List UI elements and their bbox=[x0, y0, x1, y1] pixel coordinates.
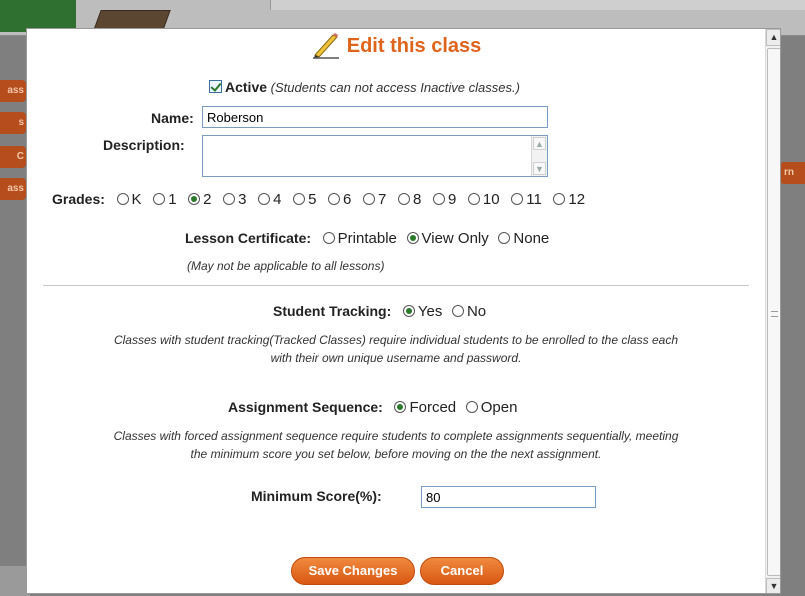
grade-option-9[interactable]: 9 bbox=[432, 191, 456, 208]
save-changes-button[interactable]: Save Changes bbox=[291, 557, 415, 585]
description-textarea[interactable]: ▲ ▼ bbox=[202, 135, 548, 177]
pencil-icon bbox=[312, 33, 339, 59]
radio-icon[interactable] bbox=[116, 193, 129, 205]
grades-row: Grades: K 1 2 3 4 5 6 7 8 9 10 11 12 bbox=[52, 191, 593, 208]
radio-selected-icon[interactable] bbox=[406, 232, 419, 244]
radio-icon[interactable] bbox=[432, 193, 445, 205]
tracking-note-line-1: Classes with student tracking(Tracked Cl… bbox=[113, 333, 679, 347]
dialog-title: Edit this class bbox=[346, 34, 482, 57]
grade-option-1[interactable]: 1 bbox=[153, 191, 177, 208]
sequence-label: Assignment Sequence: bbox=[228, 399, 383, 415]
grade-option-3[interactable]: 3 bbox=[223, 191, 246, 208]
radio-icon[interactable] bbox=[223, 193, 236, 205]
tracking-row: Student Tracking: Yes No bbox=[273, 303, 492, 320]
grade-option-4[interactable]: 4 bbox=[258, 191, 281, 208]
radio-icon[interactable] bbox=[322, 232, 335, 244]
sequence-note-line-2: the minimum score you set below, before … bbox=[190, 447, 602, 461]
active-checkbox[interactable] bbox=[209, 80, 222, 93]
radio-icon[interactable] bbox=[465, 401, 478, 413]
radio-icon[interactable] bbox=[363, 193, 375, 205]
radio-icon[interactable] bbox=[498, 232, 511, 244]
min-score-label-row: Minimum Score(%): bbox=[251, 488, 382, 504]
scroll-down-icon[interactable]: ▼ bbox=[533, 162, 546, 175]
radio-icon[interactable] bbox=[467, 193, 480, 205]
radio-icon[interactable] bbox=[511, 193, 524, 205]
radio-selected-icon[interactable] bbox=[402, 305, 415, 317]
background-tab-3: C bbox=[0, 146, 26, 168]
active-note: (Students can not access Inactive classe… bbox=[270, 80, 520, 95]
dialog-content: Edit this class Active (Students can not… bbox=[27, 29, 765, 593]
radio-icon[interactable] bbox=[451, 305, 464, 317]
description-scrollbar[interactable]: ▲ ▼ bbox=[531, 136, 547, 176]
scroll-up-icon[interactable]: ▲ bbox=[766, 29, 780, 46]
dialog-scrollbar[interactable]: ▲ ▼ bbox=[765, 29, 780, 593]
description-label-row: Description: bbox=[103, 137, 185, 153]
name-label: Name: bbox=[151, 110, 194, 126]
tracking-label: Student Tracking: bbox=[273, 303, 392, 319]
grade-option-6[interactable]: 6 bbox=[328, 191, 351, 208]
certificate-row: Lesson Certificate: Printable View Only … bbox=[185, 230, 555, 247]
grades-label: Grades: bbox=[52, 191, 105, 207]
background-tab-4: ass bbox=[0, 178, 26, 200]
certificate-note: (May not be applicable to all lessons) bbox=[187, 259, 385, 273]
min-score-label: Minimum Score(%): bbox=[251, 488, 382, 504]
section-divider bbox=[43, 285, 749, 286]
scroll-down-icon[interactable]: ▼ bbox=[766, 578, 780, 593]
certificate-option-view-only[interactable]: View Only bbox=[406, 230, 489, 247]
active-label: Active bbox=[225, 79, 268, 95]
background-tab-1: ass bbox=[0, 80, 26, 102]
grade-option-5[interactable]: 5 bbox=[293, 191, 316, 208]
cancel-button[interactable]: Cancel bbox=[420, 557, 504, 585]
radio-icon[interactable] bbox=[397, 193, 410, 205]
background-tab-2: s bbox=[0, 112, 26, 134]
active-row: Active (Students can not access Inactive… bbox=[209, 79, 520, 95]
tracking-option-yes[interactable]: Yes bbox=[402, 303, 442, 320]
radio-selected-icon[interactable] bbox=[188, 193, 201, 205]
radio-icon[interactable] bbox=[258, 193, 271, 205]
scroll-up-icon[interactable]: ▲ bbox=[533, 137, 546, 150]
min-score-input[interactable] bbox=[421, 486, 596, 508]
grade-option-8[interactable]: 8 bbox=[397, 191, 421, 208]
dialog-header: Edit this class bbox=[27, 33, 765, 59]
background-toolbar bbox=[270, 0, 805, 10]
grade-option-11[interactable]: 11 bbox=[511, 191, 542, 208]
radio-selected-icon[interactable] bbox=[394, 401, 407, 413]
grade-option-k[interactable]: K bbox=[116, 191, 142, 208]
certificate-label: Lesson Certificate: bbox=[185, 230, 312, 246]
radio-icon[interactable] bbox=[553, 193, 566, 205]
background-tab-right: rn bbox=[780, 162, 805, 184]
name-input[interactable] bbox=[202, 106, 548, 128]
radio-icon[interactable] bbox=[293, 193, 306, 205]
scrollbar-thumb[interactable] bbox=[767, 48, 780, 576]
grade-option-2[interactable]: 2 bbox=[188, 191, 212, 208]
radio-icon[interactable] bbox=[153, 193, 166, 205]
grade-option-10[interactable]: 10 bbox=[467, 191, 500, 208]
tracking-option-no[interactable]: No bbox=[451, 303, 486, 320]
certificate-option-none[interactable]: None bbox=[498, 230, 549, 247]
sequence-note-line-1: Classes with forced assignment sequence … bbox=[113, 429, 679, 443]
name-label-row: Name: bbox=[151, 110, 194, 126]
sequence-row: Assignment Sequence: Forced Open bbox=[228, 399, 523, 416]
grade-option-12[interactable]: 12 bbox=[553, 191, 585, 208]
grade-option-7[interactable]: 7 bbox=[363, 191, 386, 208]
certificate-option-printable[interactable]: Printable bbox=[322, 230, 397, 247]
description-label: Description: bbox=[103, 137, 185, 153]
sequence-option-forced[interactable]: Forced bbox=[394, 399, 456, 416]
sequence-option-open[interactable]: Open bbox=[465, 399, 517, 416]
grip-icon bbox=[771, 311, 778, 317]
radio-icon[interactable] bbox=[328, 193, 341, 205]
edit-class-dialog: Edit this class Active (Students can not… bbox=[26, 28, 781, 594]
tracking-note-line-2: with their own unique username and passw… bbox=[270, 351, 522, 365]
